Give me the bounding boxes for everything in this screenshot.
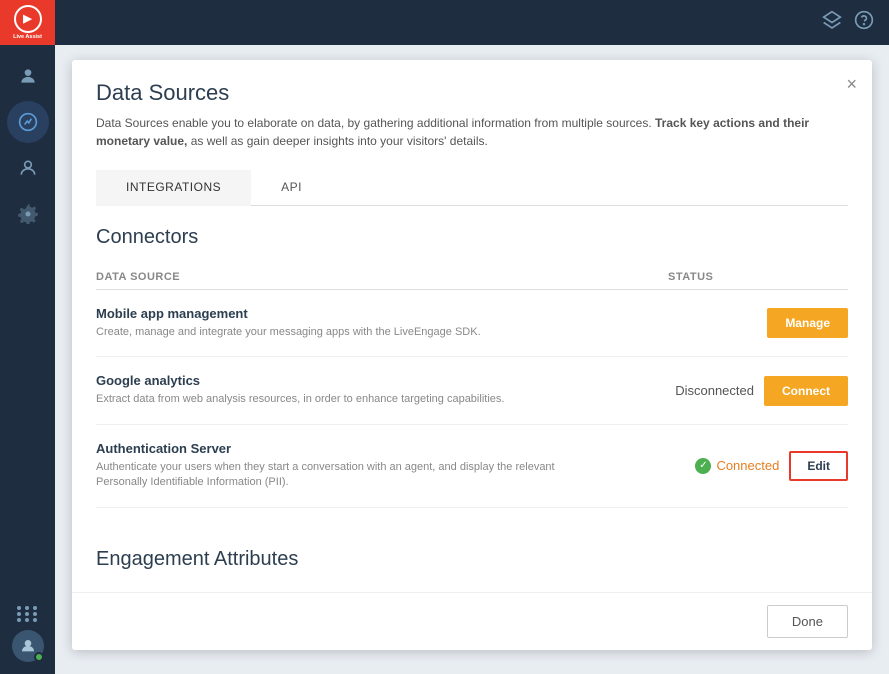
panel-desc-normal: Data Sources enable you to elaborate on … [96, 116, 652, 130]
connector-desc-google: Extract data from web analysis resources… [96, 392, 586, 407]
help-icon[interactable] [854, 10, 874, 35]
connector-info-google: Google analytics Extract data from web a… [96, 373, 668, 407]
sidebar-item-settings[interactable] [7, 193, 49, 235]
connector-info-mobile: Mobile app management Create, manage and… [96, 306, 668, 340]
connector-actions-google: Disconnected Connect [668, 376, 848, 406]
connector-info-auth: Authentication Server Authenticate your … [96, 441, 668, 491]
close-button[interactable]: × [846, 75, 857, 93]
apps-grid[interactable] [17, 606, 39, 622]
connector-actions-auth: ✓ Connected Edit [668, 451, 848, 481]
done-button[interactable]: Done [767, 605, 848, 638]
col-header-status: STATUS [668, 271, 848, 283]
connect-button[interactable]: Connect [764, 376, 848, 406]
engagement-attributes-section: Engagement Attributes DATA CATEGORY ATTR… [72, 528, 872, 592]
manage-button[interactable]: Manage [767, 308, 848, 338]
panel-header: Data Sources Data Sources enable you to … [72, 60, 872, 160]
status-connected: ✓ Connected [695, 458, 779, 474]
connector-actions-mobile: Manage [668, 308, 848, 338]
col-header-data-source: DATA SOURCE [96, 271, 668, 283]
connector-desc-auth: Authenticate your users when they start … [96, 460, 586, 491]
topbar [55, 0, 889, 45]
data-sources-panel: Data Sources Data Sources enable you to … [72, 60, 872, 650]
sidebar-bottom [12, 606, 44, 674]
sidebar-item-users[interactable] [7, 55, 49, 97]
connectors-section: Connectors DATA SOURCE STATUS Mobile app… [72, 206, 872, 528]
tabs: INTEGRATIONS API [96, 170, 848, 206]
engagement-attributes-title: Engagement Attributes [96, 548, 848, 571]
connector-name-mobile: Mobile app management [96, 306, 668, 321]
status-disconnected: Disconnected [675, 383, 754, 398]
avatar[interactable] [12, 630, 44, 662]
connectors-title: Connectors [96, 226, 848, 249]
sidebar: ▶ Live Assist [0, 0, 55, 674]
layers-icon[interactable] [822, 10, 842, 35]
connector-name-google: Google analytics [96, 373, 668, 388]
panel-title: Data Sources [96, 80, 848, 106]
connector-row-auth: Authentication Server Authenticate your … [96, 425, 848, 508]
connector-row-mobile: Mobile app management Create, manage and… [96, 290, 848, 357]
panel-footer: Done [72, 592, 872, 650]
connectors-table-header: DATA SOURCE STATUS [96, 265, 848, 290]
tab-integrations[interactable]: INTEGRATIONS [96, 170, 251, 206]
edit-button[interactable]: Edit [789, 451, 848, 481]
panel-description: Data Sources enable you to elaborate on … [96, 114, 816, 150]
connector-row-google: Google analytics Extract data from web a… [96, 357, 848, 424]
sidebar-item-analytics[interactable] [7, 101, 49, 143]
sidebar-nav [7, 45, 49, 606]
panel-body[interactable]: Connectors DATA SOURCE STATUS Mobile app… [72, 206, 872, 592]
connected-check-icon: ✓ [695, 458, 711, 474]
sidebar-item-profile[interactable] [7, 147, 49, 189]
main-area: Data Sources Data Sources enable you to … [55, 45, 889, 674]
connector-desc-mobile: Create, manage and integrate your messag… [96, 325, 586, 340]
panel-desc-end: as well as gain deeper insights into you… [191, 134, 488, 148]
logo[interactable]: ▶ Live Assist [0, 0, 55, 45]
tab-api[interactable]: API [251, 170, 332, 206]
online-indicator [34, 652, 44, 662]
connector-name-auth: Authentication Server [96, 441, 668, 456]
